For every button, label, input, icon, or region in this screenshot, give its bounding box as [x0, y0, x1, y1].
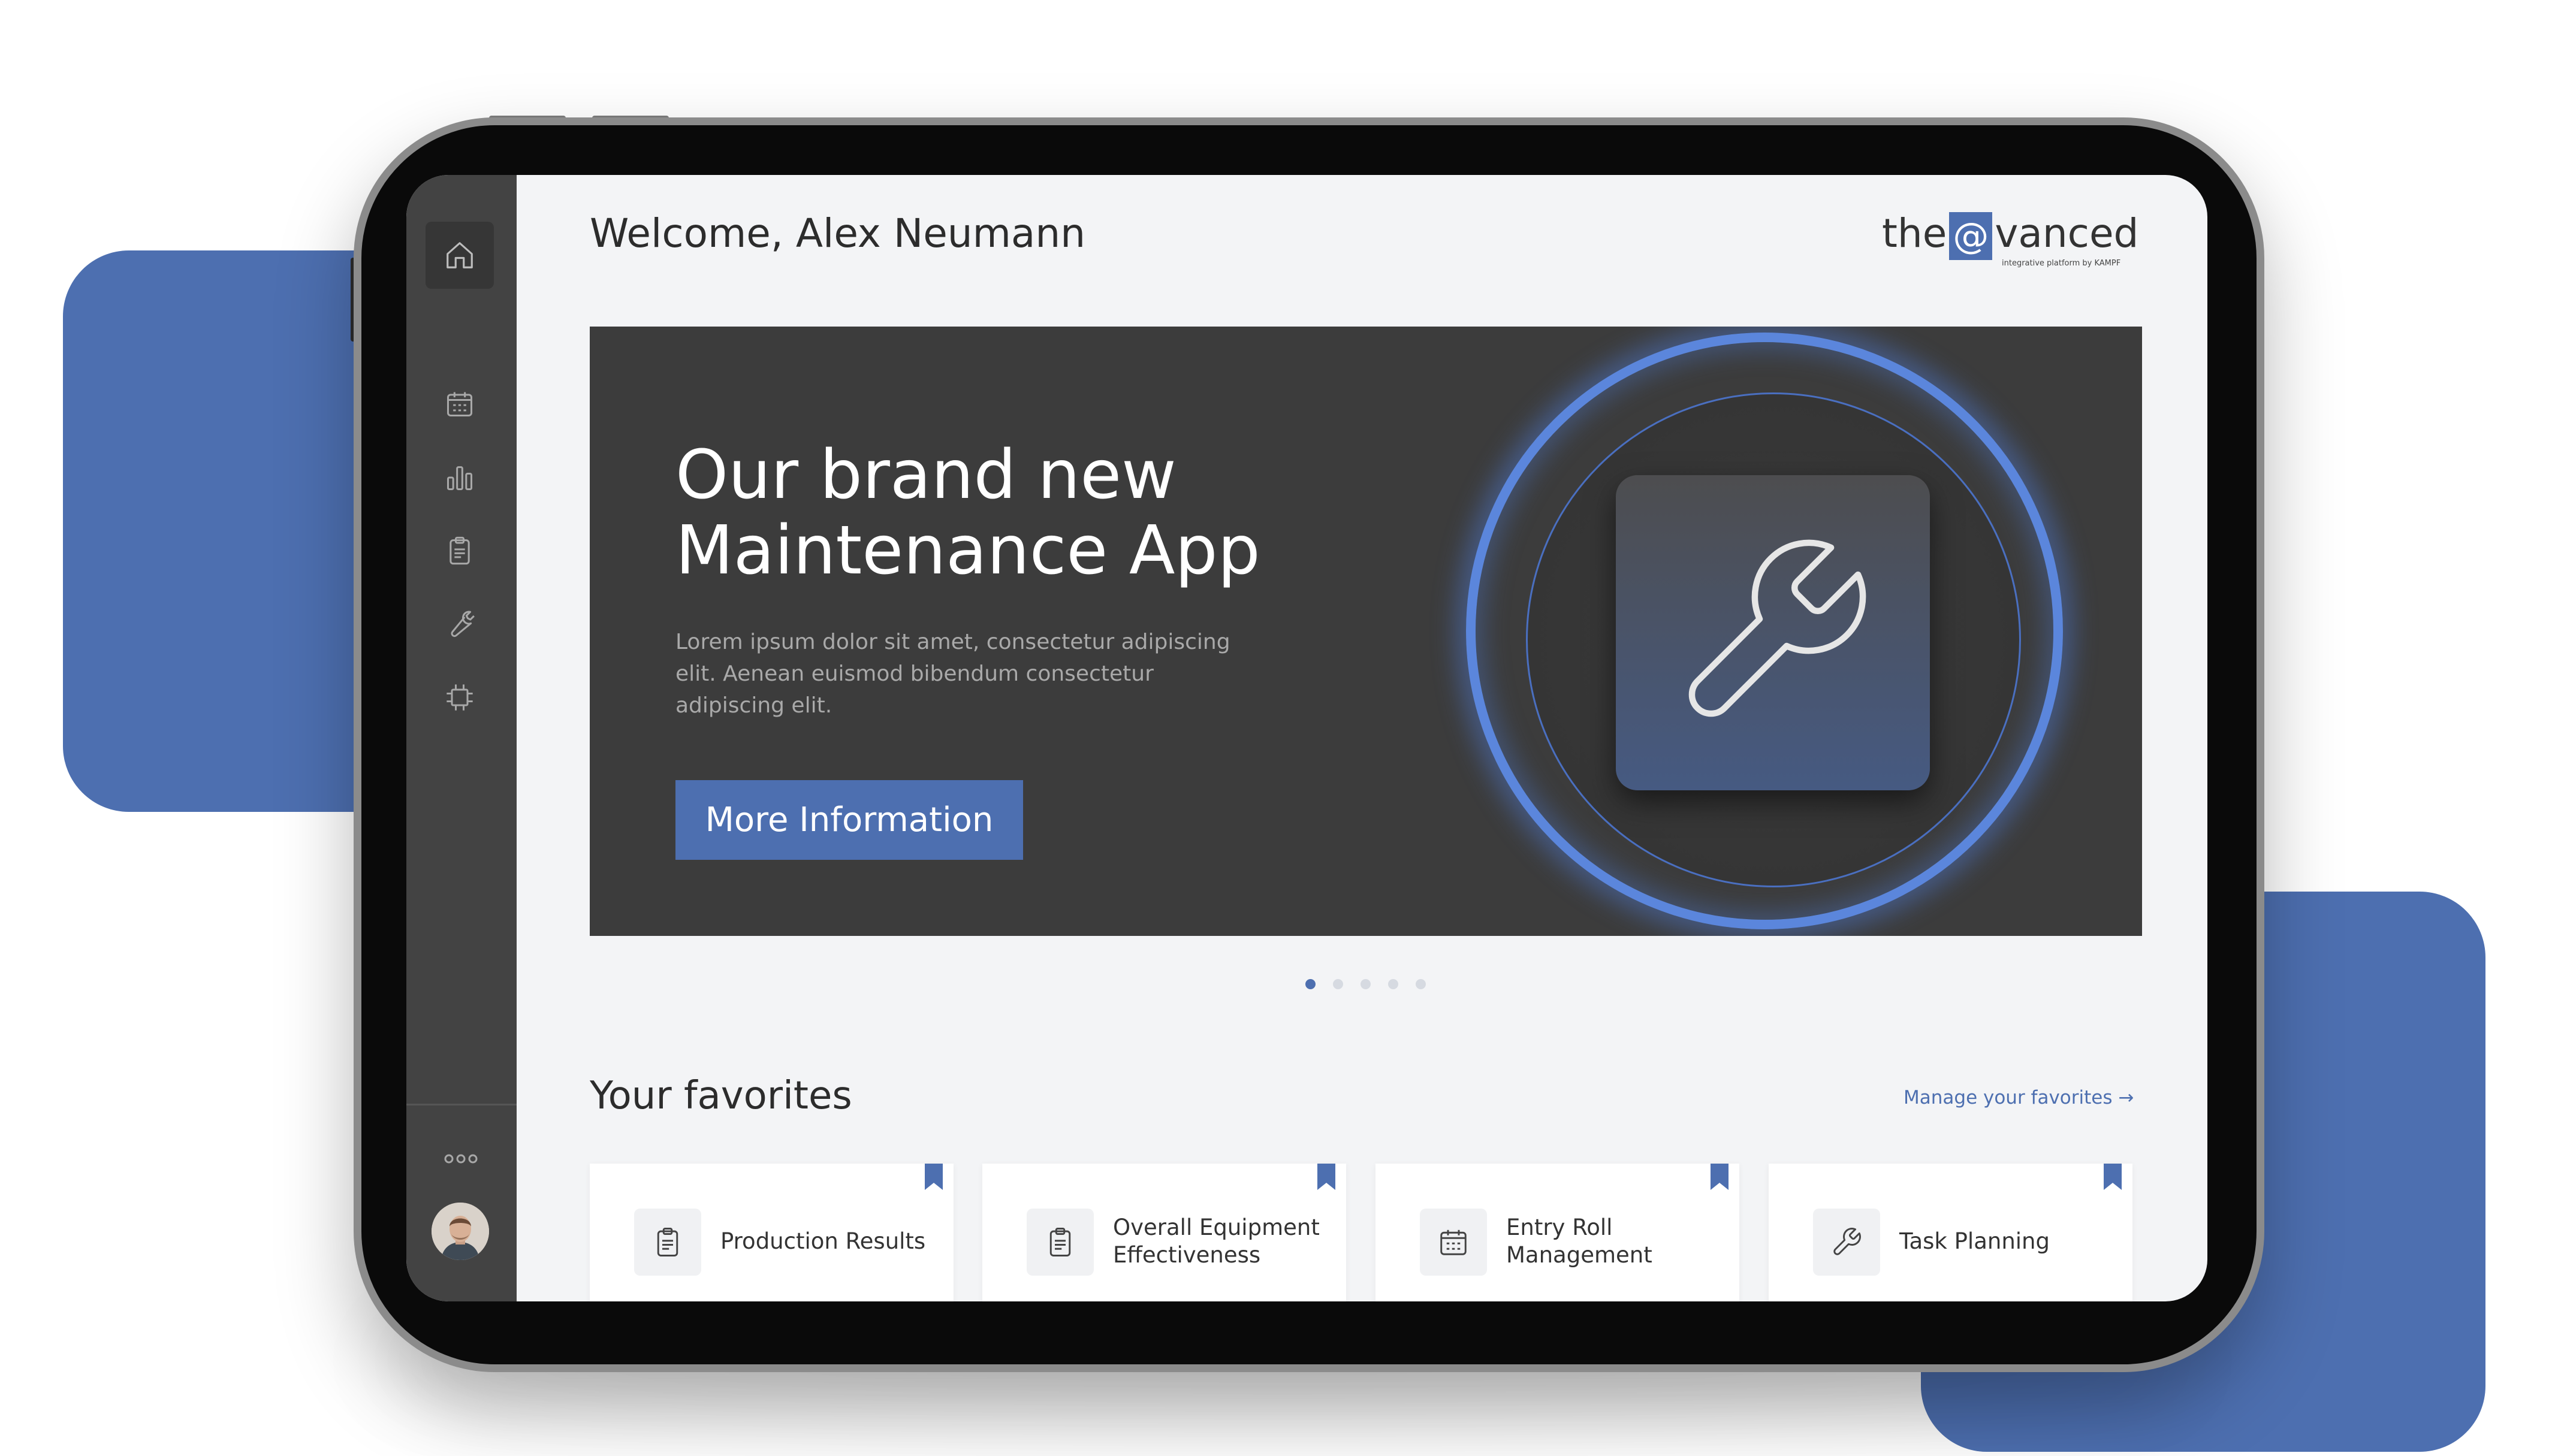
user-avatar[interactable] — [432, 1203, 489, 1260]
hero-description: Lorem ipsum dolor sit amet, consectetur … — [675, 630, 1230, 718]
card-icon-box — [634, 1209, 701, 1276]
carousel-dot-5[interactable] — [1416, 978, 1426, 989]
sidebar — [406, 175, 517, 1301]
sidebar-item-maintenance[interactable] — [438, 602, 482, 646]
card-icon-box — [1027, 1209, 1094, 1276]
card-icon-box — [1420, 1209, 1487, 1276]
calendar-icon — [1440, 1230, 1467, 1255]
home-icon — [447, 242, 473, 268]
carousel-indicator — [1305, 978, 1426, 990]
bookmark-icon[interactable] — [1711, 1164, 1729, 1190]
brand-logo: the @ vanced integrative platform by KAMPF — [1882, 212, 2140, 269]
maintenance-app-tile — [1616, 475, 1930, 790]
favorite-card-production-results[interactable]: Production Results — [590, 1164, 954, 1301]
bookmark-icon[interactable] — [2104, 1164, 2122, 1190]
wrench-icon — [1688, 539, 1866, 717]
sidebar-divider — [406, 1104, 517, 1105]
avatar-portrait — [432, 1203, 489, 1260]
carousel-dot-1[interactable] — [1305, 978, 1316, 989]
more-information-button[interactable]: More Information — [675, 780, 1023, 860]
hero-banner: Our brand new Maintenance App Lorem ipsum… — [590, 327, 2142, 936]
card-label: Entry Roll Management — [1506, 1215, 1652, 1268]
clipboard-icon — [450, 536, 470, 565]
clipboard-icon — [1049, 1228, 1071, 1256]
sidebar-item-reports[interactable] — [438, 528, 482, 573]
bar-chart-icon — [447, 466, 473, 491]
chip-icon — [447, 684, 473, 711]
app-screen: Welcome, Alex Neumann the @ vanced integra… — [406, 175, 2207, 1301]
bookmark-icon[interactable] — [925, 1164, 943, 1190]
carousel-dot-3[interactable] — [1361, 978, 1371, 989]
favorite-card-task-planning[interactable]: Task Planning — [1769, 1164, 2132, 1301]
card-icon-box — [1813, 1209, 1880, 1276]
more-icon — [444, 1154, 478, 1164]
clipboard-icon — [657, 1228, 678, 1256]
favorites-title: Your favorites — [590, 1074, 852, 1118]
calendar-icon — [447, 392, 473, 417]
bookmark-icon[interactable] — [1317, 1164, 1335, 1190]
carousel-dot-2[interactable] — [1333, 978, 1343, 989]
sidebar-item-charts[interactable] — [438, 455, 482, 500]
card-label: Production Results — [720, 1228, 926, 1254]
more-button[interactable] — [439, 1147, 482, 1171]
sidebar-item-devices[interactable] — [438, 675, 482, 720]
favorite-card-oee[interactable]: Overall Equipment Effectiveness — [982, 1164, 1346, 1301]
favorite-card-entry-roll-management[interactable]: Entry Roll Management — [1375, 1164, 1739, 1301]
manage-favorites-link[interactable]: Manage your favorites → — [1904, 1087, 2134, 1108]
sidebar-item-calendar[interactable] — [438, 382, 482, 426]
wrench-icon — [1833, 1228, 1861, 1255]
card-label: Overall Equipment Effectiveness — [1113, 1215, 1320, 1268]
wrench-icon — [451, 611, 475, 638]
logo-wordmark: the @ vanced — [1882, 212, 2138, 260]
hero-title: Our brand new Maintenance App — [675, 436, 1260, 590]
logo-tagline: integrative platform by KAMPF — [2002, 259, 2121, 268]
welcome-title: Welcome, Alex Neumann — [590, 210, 1086, 256]
carousel-dot-4[interactable] — [1388, 978, 1398, 989]
card-label: Task Planning — [1899, 1228, 2050, 1254]
sidebar-item-home[interactable] — [426, 222, 494, 289]
